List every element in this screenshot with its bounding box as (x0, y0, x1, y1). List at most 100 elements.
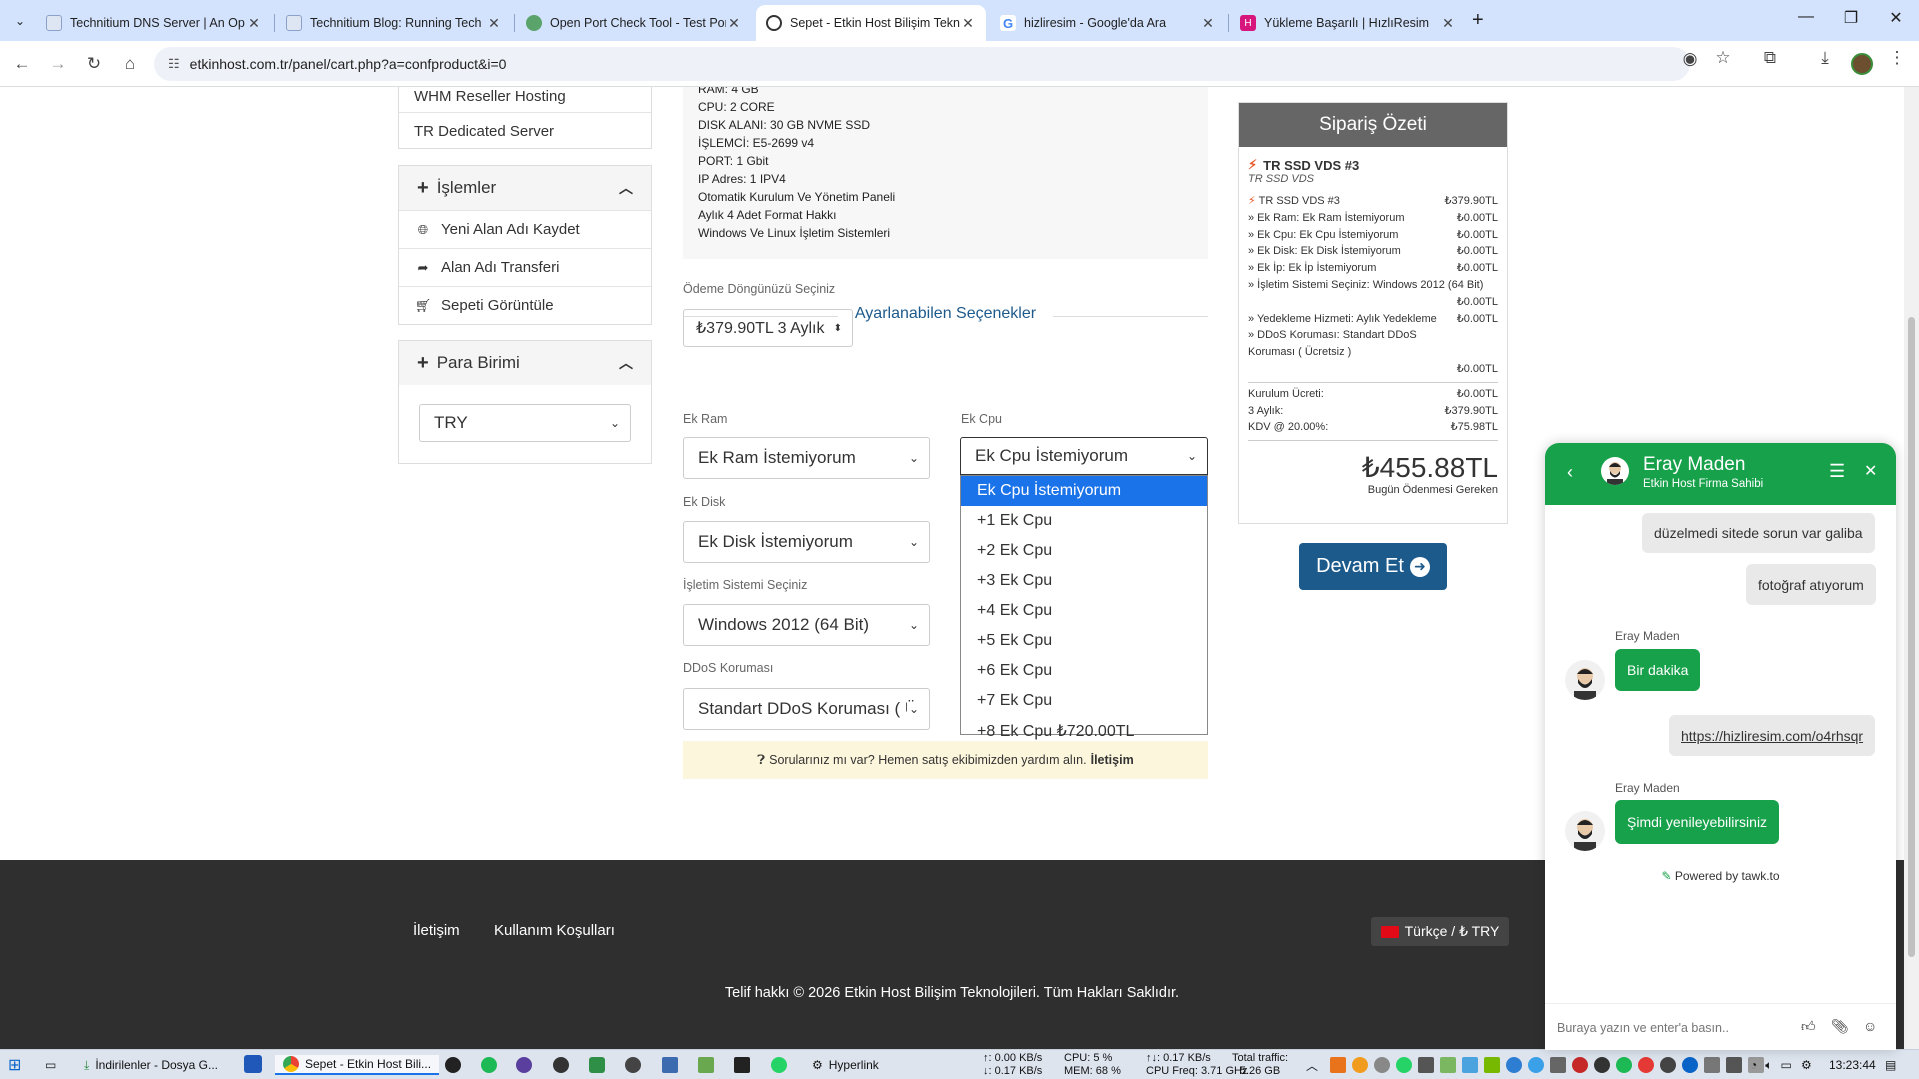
minimize-icon[interactable]: — (1786, 8, 1826, 26)
chat-message-input[interactable] (1557, 1016, 1787, 1040)
attachment-icon[interactable]: 📎︎ (1831, 1018, 1849, 1035)
currency-select[interactable]: TRY ⌄ (419, 404, 631, 442)
whatsapp-icon[interactable] (771, 1057, 787, 1073)
tray-app-icon[interactable] (1330, 1057, 1346, 1073)
tray-app-icon[interactable] (1374, 1057, 1390, 1073)
back-icon[interactable]: ← (8, 51, 36, 77)
app-icon[interactable] (516, 1057, 532, 1073)
close-icon[interactable]: ✕ (246, 15, 262, 31)
terminal-icon[interactable] (734, 1057, 750, 1073)
app-icon[interactable] (662, 1057, 678, 1073)
windows-start-icon[interactable]: ⊞ (8, 1055, 21, 1075)
sidebar-item-transfer-domain[interactable]: ➦ Alan Adı Transferi (399, 248, 651, 286)
dropdown-option[interactable]: Ek Cpu İstemiyorum (961, 476, 1207, 506)
sidebar-item-whm-reseller[interactable]: WHM Reseller Hosting (399, 87, 651, 112)
sidebar-actions-header[interactable]: + İşlemler ︿ (399, 166, 651, 210)
settings-gear-icon[interactable]: ⚙ (1801, 1055, 1812, 1075)
menu-icon[interactable]: ☰ (1829, 461, 1845, 482)
window-close-icon[interactable]: ✕ (1876, 8, 1916, 28)
ek-ram-select[interactable]: Ek Ram İstemiyorum ⌄ (683, 437, 930, 479)
task-view-icon[interactable]: ▭ (45, 1055, 56, 1075)
dropdown-option[interactable]: +8 Ek Cpu ₺720.00TL (961, 716, 1207, 746)
continue-button[interactable]: Devam Et ➜ (1299, 543, 1447, 590)
tray-app-icon[interactable] (1506, 1057, 1522, 1073)
tray-app-icon[interactable] (1462, 1057, 1478, 1073)
thumbs-up-icon[interactable]: 👍︎ (1801, 1018, 1816, 1035)
dropdown-option[interactable]: +5 Ek Cpu (961, 626, 1207, 656)
browser-tab-3[interactable]: Open Port Check Tool - Test Por ✕ (516, 5, 752, 41)
tray-app-icon[interactable] (1528, 1057, 1544, 1073)
reload-icon[interactable]: ↻ (80, 51, 108, 77)
tray-app-icon[interactable] (1726, 1057, 1742, 1073)
tray-app-icon[interactable] (1396, 1057, 1412, 1073)
taskbar-item-hyperlink[interactable]: ⚙ Hyperlink (812, 1055, 879, 1075)
sidebar-currency-header[interactable]: + Para Birimi ︿ (399, 341, 651, 385)
tray-app-icon[interactable] (1440, 1057, 1456, 1073)
tray-chevron-icon[interactable]: ︿ (1306, 1055, 1318, 1075)
battery-icon[interactable]: ▭ (1780, 1058, 1791, 1072)
forward-icon[interactable]: → (44, 51, 72, 77)
volume-icon[interactable]: 🔈︎ (1765, 1058, 1772, 1073)
sidebar-item-register-domain[interactable]: 🌐︎ Yeni Alan Adı Kaydet (399, 210, 651, 248)
app-icon[interactable] (589, 1057, 605, 1073)
menu-kebab-icon[interactable]: ⋮ (1884, 48, 1910, 68)
close-icon[interactable]: ✕ (726, 15, 742, 31)
language-currency-button[interactable]: Türkçe / ₺ TRY (1371, 917, 1509, 946)
clock-time[interactable]: 13:23:44 (1829, 1055, 1876, 1075)
tray-app-icon[interactable] (1484, 1057, 1500, 1073)
chevron-up-icon[interactable]: ︿ (619, 353, 633, 373)
extensions-icon[interactable]: ⧉ (1757, 48, 1783, 68)
page-scrollbar[interactable] (1904, 87, 1919, 1049)
restore-icon[interactable]: ❐ (1831, 8, 1871, 28)
tray-app-icon[interactable] (1660, 1057, 1676, 1073)
browser-tab-6[interactable]: H Yükleme Başarılı | HızlıResim ✕ (1230, 5, 1466, 41)
tray-app-icon[interactable] (1638, 1057, 1654, 1073)
app-icon[interactable] (698, 1057, 714, 1073)
chevron-up-icon[interactable]: ︿ (619, 178, 633, 198)
app-icon[interactable] (244, 1055, 262, 1073)
emoji-icon[interactable]: ☺ (1863, 1018, 1877, 1034)
tray-app-icon[interactable] (1704, 1057, 1720, 1073)
dropdown-option[interactable]: +7 Ek Cpu (961, 686, 1207, 716)
contact-link[interactable]: İletişim (1091, 753, 1134, 767)
dropdown-option[interactable]: +4 Ek Cpu (961, 596, 1207, 626)
browser-tab-1[interactable]: Technitium DNS Server | An Op ✕ (36, 5, 272, 41)
tray-app-icon[interactable] (1594, 1057, 1610, 1073)
sidebar-item-tr-dedicated[interactable]: TR Dedicated Server (399, 112, 651, 150)
tray-app-icon[interactable] (1572, 1057, 1588, 1073)
browser-tab-2[interactable]: Technitium Blog: Running Tech ✕ (276, 5, 512, 41)
dropdown-option[interactable]: +1 Ek Cpu (961, 506, 1207, 536)
close-icon[interactable]: ✕ (486, 15, 502, 31)
openai-icon[interactable] (625, 1057, 641, 1073)
home-icon[interactable]: ⌂ (116, 51, 144, 77)
os-select[interactable]: Windows 2012 (64 Bit) ⌄ (683, 604, 930, 646)
close-icon[interactable]: ✕ (1200, 15, 1216, 31)
powered-by-tawk[interactable]: ✎ Powered by tawk.to (1545, 869, 1896, 883)
tray-app-icon[interactable] (1418, 1057, 1434, 1073)
spotify-icon[interactable] (481, 1057, 497, 1073)
app-icon[interactable] (445, 1057, 461, 1073)
tab-search-chevron-icon[interactable]: ⌄ (8, 10, 32, 32)
dropdown-option[interactable]: +2 Ek Cpu (961, 536, 1207, 566)
bookmark-star-icon[interactable]: ☆ (1710, 48, 1736, 68)
close-icon[interactable]: ✕ (1440, 15, 1456, 31)
bluetooth-icon[interactable] (1682, 1057, 1698, 1073)
app-icon[interactable] (553, 1057, 569, 1073)
url-field[interactable]: ☷ etkinhost.com.tr/panel/cart.php?a=conf… (154, 47, 1690, 81)
close-icon[interactable]: ✕ (1864, 461, 1877, 481)
profile-avatar[interactable] (1851, 53, 1873, 75)
ek-disk-select[interactable]: Ek Disk İstemiyorum ⌄ (683, 521, 930, 563)
dropdown-option[interactable]: +6 Ek Cpu (961, 656, 1207, 686)
tray-app-icon[interactable] (1550, 1057, 1566, 1073)
dropdown-option[interactable]: +3 Ek Cpu (961, 566, 1207, 596)
sidebar-item-view-cart[interactable]: 🛒︎ Sepeti Görüntüle (399, 286, 651, 324)
browser-tab-4-active[interactable]: Sepet - Etkin Host Bilişim Tekno ✕ (756, 5, 986, 41)
chevron-left-icon[interactable]: ‹ (1567, 462, 1573, 483)
download-icon[interactable]: ⤓ (1812, 48, 1838, 68)
taskbar-item-chrome[interactable]: Sepet - Etkin Host Bili... (275, 1055, 440, 1075)
wifi-icon[interactable]: ◔ (1750, 1058, 1757, 1072)
tray-app-icon[interactable] (1616, 1057, 1632, 1073)
close-icon[interactable]: ✕ (960, 15, 976, 31)
browser-tab-5[interactable]: G hizliresim - Google'da Ara ✕ (990, 5, 1226, 41)
message-link[interactable]: https://hizliresim.com/o4rhsqr (1681, 728, 1863, 744)
